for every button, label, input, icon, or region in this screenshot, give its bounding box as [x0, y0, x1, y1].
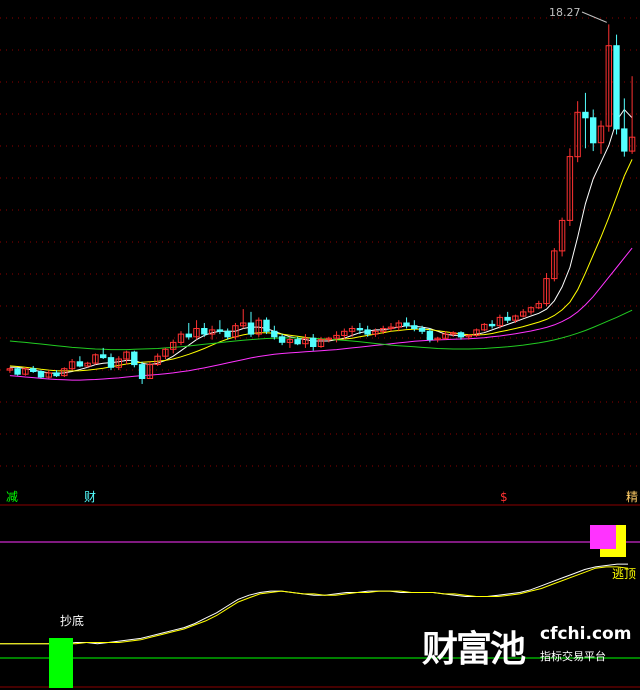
candle-body [411, 325, 418, 330]
candle-body [30, 368, 37, 373]
candle-body [504, 316, 511, 321]
candle-body [100, 354, 107, 359]
marker-label-2: 财 [84, 490, 97, 504]
candle-body [403, 322, 410, 327]
price-pointer [581, 11, 607, 23]
candle-body [14, 368, 21, 375]
candle-body [582, 111, 589, 119]
candle-body [37, 371, 45, 378]
candle-body [457, 332, 465, 338]
candle-body [107, 357, 115, 368]
candle-body [76, 361, 84, 367]
signal-block-bottom [49, 638, 73, 688]
candle-body [224, 330, 231, 338]
candle-body [53, 372, 60, 377]
marker-label-3: $ [500, 490, 508, 504]
watermark-slogan: 指标交易平台 [540, 650, 606, 663]
candle-body [278, 336, 286, 343]
candle-body [294, 339, 301, 345]
signal-label-top: 逃顶 [612, 567, 637, 581]
candle-body [247, 322, 255, 335]
signal-block-top-magenta [590, 525, 616, 549]
ma-line-3 [9, 247, 633, 381]
candle-body [216, 329, 224, 332]
stock-chart [0, 11, 640, 688]
marker-label-4: 精 [626, 490, 639, 504]
signal-label-bottom: 抄底 [60, 614, 85, 628]
candle-body [621, 128, 628, 152]
candle-body [263, 319, 270, 332]
candle-body [131, 351, 138, 366]
candle-body [590, 117, 597, 144]
candle-body [613, 45, 620, 130]
candle-body [356, 328, 364, 331]
watermark-logo: 财富池 cfchi.com 指标交易平台 [422, 620, 632, 670]
marker-label-1: 减 [6, 490, 19, 504]
candle-body [418, 328, 426, 332]
candle-body [488, 323, 496, 327]
candle-body [364, 329, 371, 335]
candle-body [138, 364, 146, 380]
candle-body [426, 330, 434, 341]
candle-body [271, 330, 278, 338]
ma-line-1 [9, 108, 633, 374]
chart-price-label: 18.27 [549, 6, 581, 19]
candle-body [185, 333, 193, 338]
candle-body [310, 337, 317, 348]
watermark-brand-en: cfchi.com [540, 624, 632, 644]
candle-body [201, 328, 208, 335]
watermark-brand-cn: 财富池 [422, 629, 526, 670]
